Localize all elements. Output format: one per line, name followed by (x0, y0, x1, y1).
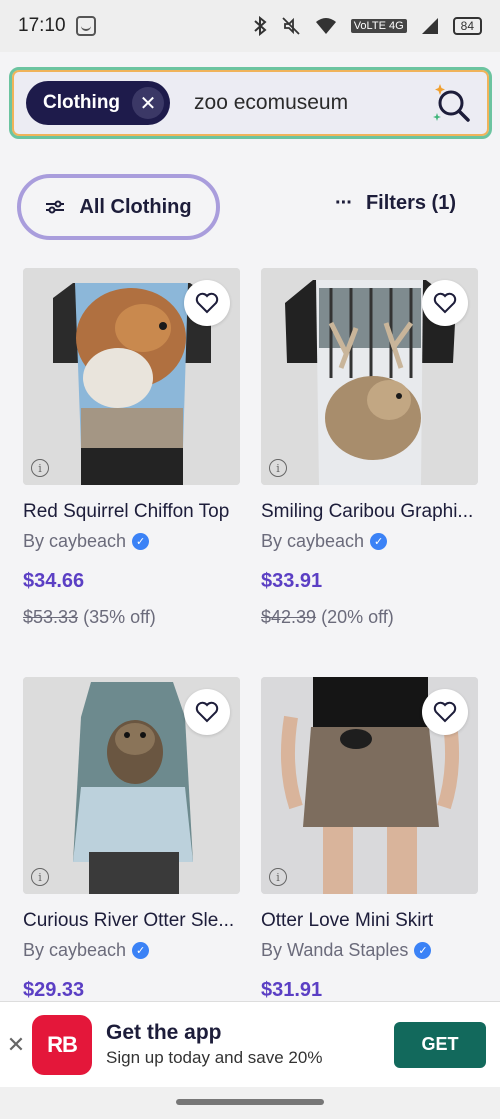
category-chip[interactable]: Clothing ✕ (26, 81, 171, 125)
mute-icon (282, 17, 300, 35)
product-image[interactable]: i (261, 677, 478, 894)
discount-label: (35% off) (83, 607, 156, 627)
artist-label: By caybeach (23, 940, 127, 960)
favorite-heart-icon[interactable] (422, 280, 468, 326)
info-icon[interactable]: i (31, 868, 49, 886)
favorite-heart-icon[interactable] (184, 689, 230, 735)
product-title[interactable]: Curious River Otter Sle... (23, 910, 263, 932)
product-price: $33.91 (261, 570, 323, 592)
product-card[interactable]: i Red Squirrel Chiffon Top By caybeach ✓… (23, 268, 240, 628)
banner-text: Get the app Sign up today and save 20% (106, 1021, 336, 1069)
status-bar: 17:10 VoLTE 4G 84 (0, 0, 500, 52)
banner-subtitle: Sign up today and save 20% (106, 1047, 323, 1067)
product-artist[interactable]: By caybeach ✓ (23, 531, 240, 552)
product-original-price: $42.39 (20% off) (261, 607, 478, 628)
was-price: $42.39 (261, 607, 317, 627)
search-bar[interactable]: Clothing ✕ zoo ecomuseum (9, 67, 492, 139)
filter-row: All Clothing ··· Filters (1) (0, 172, 500, 242)
product-price: $31.91 (261, 979, 323, 1001)
status-icons: VoLTE 4G 84 (253, 16, 482, 36)
discount-label: (20% off) (321, 607, 394, 627)
info-icon[interactable]: i (269, 459, 287, 477)
verified-badge-icon: ✓ (132, 942, 150, 959)
was-price: $53.33 (23, 607, 79, 627)
battery-indicator: 84 (452, 17, 482, 35)
product-image[interactable]: i (261, 268, 478, 485)
product-card[interactable]: i Otter Love Mini Skirt By Wanda Staples… (261, 677, 478, 1002)
favorite-heart-icon[interactable] (422, 689, 468, 735)
product-price: $34.66 (23, 570, 85, 592)
product-title[interactable]: Otter Love Mini Skirt (261, 910, 500, 932)
status-time: 17:10 (18, 15, 66, 36)
category-chip-label: Clothing (43, 92, 121, 113)
sliders-icon (46, 200, 65, 214)
banner-close-icon[interactable]: ✕ (0, 1032, 32, 1058)
more-dots-icon: ··· (334, 192, 353, 214)
artist-label: By caybeach (23, 531, 127, 551)
bluetooth-icon (254, 16, 267, 36)
all-clothing-label: All Clothing (79, 195, 192, 218)
sparkle-search-icon[interactable] (431, 81, 475, 125)
verified-badge-icon: ✓ (370, 533, 388, 550)
wifi-icon (315, 18, 336, 34)
product-artist[interactable]: By Wanda Staples ✓ (261, 940, 478, 961)
signal-icon (421, 18, 438, 34)
filters-label: Filters (1) (365, 192, 456, 214)
get-app-button[interactable]: GET (394, 1021, 486, 1068)
notification-app-icon (75, 16, 96, 36)
search-input[interactable]: zoo ecomuseum (194, 91, 348, 115)
close-icon[interactable]: ✕ (132, 87, 165, 119)
verified-badge-icon: ✓ (414, 942, 432, 959)
get-app-banner: ✕ RB Get the app Sign up today and save … (0, 1001, 500, 1087)
filters-button[interactable]: ··· Filters (1) (335, 192, 456, 215)
product-title[interactable]: Smiling Caribou Graphi... (261, 501, 500, 523)
verified-badge-icon: ✓ (132, 533, 150, 550)
info-icon[interactable]: i (31, 459, 49, 477)
product-original-price: $53.33 (35% off) (23, 607, 240, 628)
network-badge: VoLTE 4G (350, 19, 407, 33)
product-artist[interactable]: By caybeach ✓ (23, 940, 240, 961)
info-icon[interactable]: i (269, 868, 287, 886)
artist-label: By Wanda Staples (261, 940, 409, 960)
product-artist[interactable]: By caybeach ✓ (261, 531, 478, 552)
redbubble-logo: RB (32, 1014, 92, 1075)
product-price: $29.33 (23, 979, 85, 1001)
home-gesture-handle[interactable] (176, 1099, 324, 1105)
favorite-heart-icon[interactable] (184, 280, 230, 326)
product-card[interactable]: i Curious River Otter Sle... By caybeach… (23, 677, 240, 1002)
product-image[interactable]: i (23, 268, 240, 485)
all-clothing-button[interactable]: All Clothing (17, 174, 220, 240)
artist-label: By caybeach (261, 531, 365, 551)
banner-title: Get the app (106, 1020, 222, 1044)
product-title[interactable]: Red Squirrel Chiffon Top (23, 501, 263, 523)
product-card[interactable]: i Smiling Caribou Graphi... By caybeach … (261, 268, 478, 628)
system-nav-bar (0, 1087, 500, 1119)
product-image[interactable]: i (23, 677, 240, 894)
